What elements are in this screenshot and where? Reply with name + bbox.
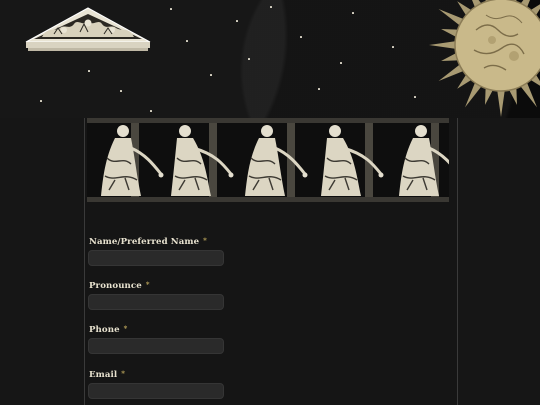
email-input[interactable] xyxy=(88,383,224,399)
sun-ray xyxy=(520,82,537,108)
sun-ray xyxy=(485,88,493,105)
sun-ray xyxy=(429,41,456,49)
engraved-sun-icon xyxy=(429,0,540,117)
star-dot xyxy=(300,36,302,38)
field-label-name: Name/Preferred Name * xyxy=(89,236,207,247)
sun-ray xyxy=(509,88,517,105)
sun-ray xyxy=(441,29,458,37)
star-dot xyxy=(352,12,354,14)
star-dot xyxy=(340,62,342,64)
required-marker: * xyxy=(123,324,128,333)
star-dot xyxy=(170,8,172,10)
star-dot xyxy=(392,46,394,48)
star-dot xyxy=(270,6,272,8)
required-marker: * xyxy=(121,369,126,378)
form-panel: Name/Preferred Name * Pronounce * Phone * E… xyxy=(84,118,458,405)
dancing-figures-frieze-icon xyxy=(87,118,449,202)
sun-ray xyxy=(438,9,464,26)
star-dot xyxy=(414,96,416,98)
field-label-text: Phone xyxy=(89,325,120,335)
star-dot xyxy=(150,110,152,112)
star-dot xyxy=(318,88,320,90)
pronounce-input[interactable] xyxy=(88,294,224,310)
required-marker: * xyxy=(145,280,150,289)
field-label-text: Email xyxy=(89,370,118,380)
sun-ray xyxy=(465,82,482,108)
sun-ray xyxy=(497,90,505,117)
sun-ray xyxy=(438,64,464,81)
name-input[interactable] xyxy=(88,250,224,266)
sun-ray xyxy=(441,53,458,61)
star-dot xyxy=(120,90,122,92)
field-label-pronounce: Pronounce * xyxy=(89,280,150,291)
star-dot xyxy=(210,74,212,76)
star-dot xyxy=(88,70,90,72)
field-label-text: Name/Preferred Name xyxy=(89,237,200,247)
star-dot xyxy=(248,58,250,60)
field-label-email: Email * xyxy=(89,369,125,380)
required-marker: * xyxy=(203,236,207,245)
star-dot xyxy=(40,100,42,102)
star-dot xyxy=(236,20,238,22)
pediment-relief-icon xyxy=(25,7,151,51)
star-dot xyxy=(186,40,188,42)
phone-input[interactable] xyxy=(88,338,224,354)
hero-banner xyxy=(0,0,540,118)
field-label-text: Pronounce xyxy=(89,281,142,291)
field-label-phone: Phone * xyxy=(89,324,127,335)
